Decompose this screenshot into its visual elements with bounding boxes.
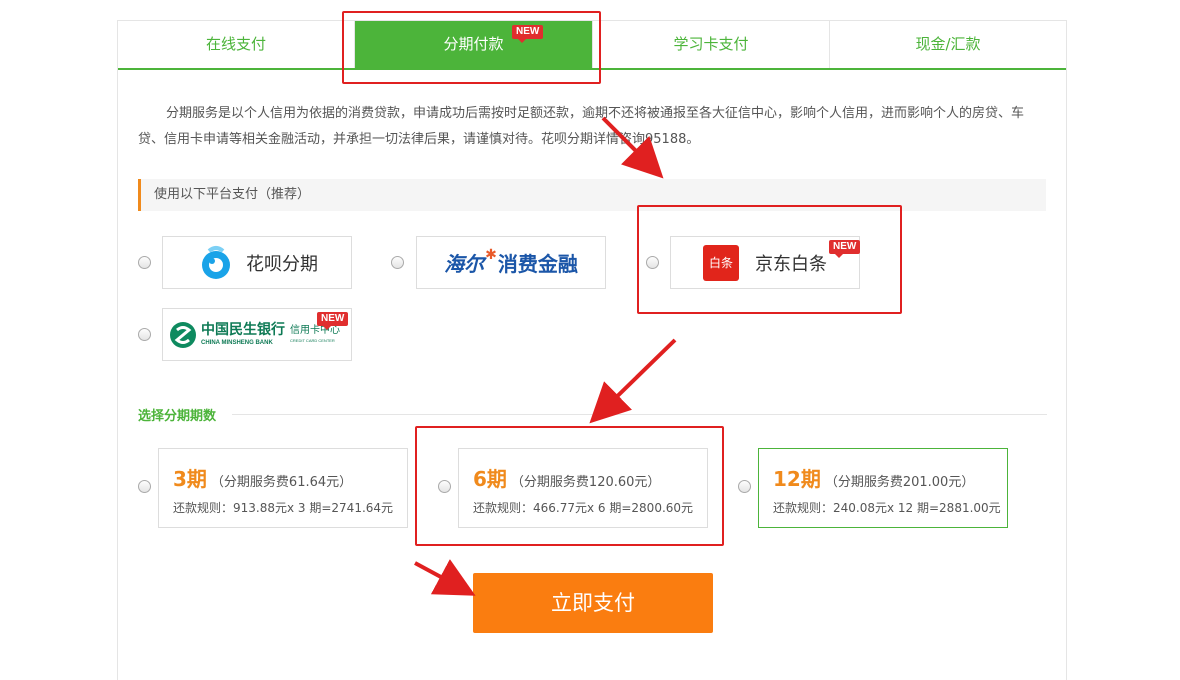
term-option-3[interactable]: 3期 （分期服务费61.64元） 还款规则：913.88元x 3 期=2741.6… — [158, 448, 408, 528]
new-badge: NEW — [829, 240, 861, 258]
term-6-radio[interactable] — [438, 480, 451, 493]
tab-label: 分期付款 — [443, 35, 504, 53]
term-period: 6期 — [473, 467, 507, 491]
term-option-12[interactable]: 12期 （分期服务费201.00元） 还款规则：240.08元x 12 期=288… — [758, 448, 1008, 528]
haier-consumer-finance-option[interactable]: 海尔 ✱ 消费金融 — [416, 236, 606, 289]
term-rule: 还款规则：240.08元x 12 期=2881.00元 — [773, 501, 1001, 515]
tab-label: 现金/汇款 — [915, 35, 981, 53]
tab-label: 学习卡支付 — [673, 35, 749, 53]
minsheng-bank-option[interactable]: 中国民生银行 CHINA MINSHENG BANK 信用卡中心 CREDIT … — [162, 308, 352, 361]
tab-installment[interactable]: 分期付款 NEW — [355, 21, 593, 68]
term-fee: （分期服务费61.64元） — [210, 475, 353, 490]
term-fee: （分期服务费120.60元） — [510, 475, 661, 490]
minsheng-sub: 信用卡中心 — [290, 325, 340, 336]
jd-baitiao-icon: 白条 — [703, 244, 739, 281]
term-3-radio[interactable] — [138, 480, 151, 493]
term-period: 3期 — [173, 467, 207, 491]
haier-logo-subtext: 消费金融 — [497, 252, 578, 276]
haier-radio[interactable] — [391, 256, 404, 269]
minsheng-text-block: 中国民生银行 CHINA MINSHENG BANK — [201, 323, 285, 346]
tab-cash-remittance[interactable]: 现金/汇款 — [830, 21, 1066, 68]
jd-baitiao-option[interactable]: 白条 京东白条 NEW — [670, 236, 861, 289]
minsheng-credit-card-center: 信用卡中心 CREDIT CARD CENTER — [290, 326, 340, 343]
minsheng-logo-icon — [170, 321, 196, 348]
divider — [232, 414, 1047, 415]
tab-online-payment[interactable]: 在线支付 — [118, 21, 355, 68]
term-rule: 还款规则：466.77元x 6 期=2800.60元 — [473, 501, 694, 515]
pay-now-button[interactable]: 立即支付 — [473, 573, 713, 633]
platform-section-title: 使用以下平台支付（推荐） — [138, 179, 1046, 211]
flower-icon: ✱ — [485, 246, 497, 263]
term-12-radio[interactable] — [738, 480, 751, 493]
new-badge: NEW — [317, 312, 349, 330]
tab-study-card[interactable]: 学习卡支付 — [593, 21, 830, 68]
haier-logo-icon: 海尔 ✱ 消费金融 — [444, 246, 578, 277]
minsheng-name-en: CHINA MINSHENG BANK — [201, 340, 273, 346]
jd-baitiao-label: 京东白条 — [755, 253, 827, 275]
term-option-6[interactable]: 6期 （分期服务费120.60元） 还款规则：466.77元x 6 期=2800.… — [458, 448, 708, 528]
huabei-icon — [202, 245, 230, 279]
huabei-label: 花呗分期 — [246, 253, 318, 275]
term-period: 12期 — [773, 467, 821, 491]
huabei-radio[interactable] — [138, 256, 151, 269]
term-fee: （分期服务费201.00元） — [824, 475, 975, 490]
payment-panel: 在线支付 分期付款 NEW 学习卡支付 现金/汇款 分期服务是以个人信用为依据的… — [117, 20, 1067, 680]
minsheng-name: 中国民生银行 — [201, 322, 285, 338]
haier-logo-text: 海尔 — [444, 252, 485, 276]
term-section-title: 选择分期期数 — [138, 409, 217, 424]
huabei-option[interactable]: 花呗分期 — [162, 236, 352, 289]
jd-baitiao-radio[interactable] — [646, 256, 659, 269]
term-rule: 还款规则：913.88元x 3 期=2741.64元 — [173, 501, 394, 515]
tab-label: 在线支付 — [205, 35, 266, 53]
minsheng-sub-en: CREDIT CARD CENTER — [290, 338, 335, 343]
installment-notice: 分期服务是以个人信用为依据的消费贷款，申请成功后需按时足额还款，逾期不还将被通报… — [138, 106, 1025, 147]
minsheng-radio[interactable] — [138, 328, 151, 341]
payment-tabs: 在线支付 分期付款 NEW 学习卡支付 现金/汇款 — [118, 21, 1066, 70]
new-badge: NEW — [512, 25, 544, 43]
